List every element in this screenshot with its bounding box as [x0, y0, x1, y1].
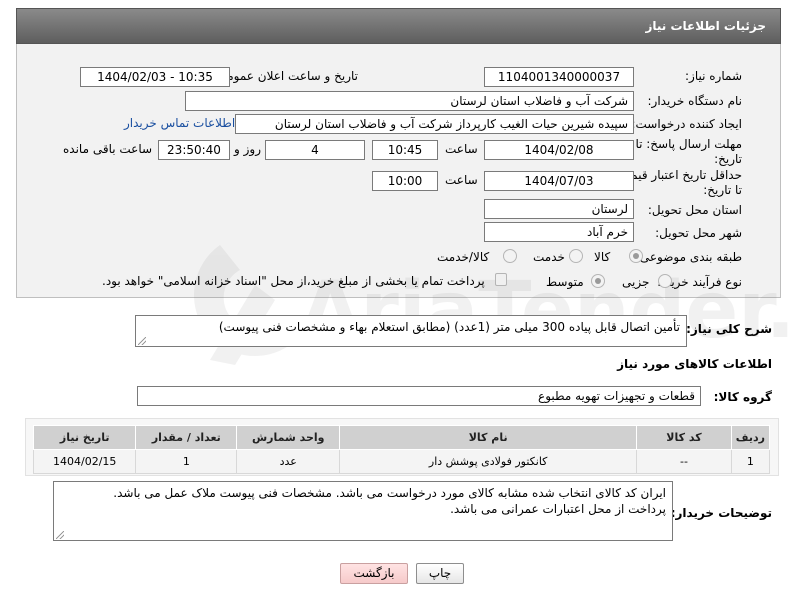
col-name: نام کالا	[339, 425, 638, 450]
cell-code: --	[636, 449, 732, 474]
need-number-field: 1104001340000037	[484, 67, 634, 87]
reply-time-label: ساعت	[445, 142, 478, 156]
col-quantity: تعداد / مقدار	[135, 425, 238, 450]
process-option-minor: جزیی	[622, 275, 650, 289]
resize-grip-icon[interactable]	[56, 531, 64, 539]
panel-header: جزئیات اطلاعات نیاز	[16, 8, 781, 44]
col-code: کد کالا	[636, 425, 732, 450]
col-unit: واحد شمارش	[236, 425, 341, 450]
treasury-payment-checkbox[interactable]	[495, 273, 507, 286]
requester-field: سپیده شیرین حیات الغیب کارپرداز شرکت آب …	[235, 114, 634, 134]
reply-deadline-label-2: تاریخ:	[714, 152, 742, 166]
goods-group-label: گروه کالا:	[713, 390, 772, 404]
buyer-notes-label: توضیحات خریدار:	[670, 506, 772, 520]
buyer-contact-link[interactable]: اطلاعات تماس خریدار	[124, 116, 235, 130]
col-need-date: تاریخ نیاز	[32, 425, 137, 450]
cell-need-date: 1404/02/15	[32, 449, 137, 474]
items-table: ردیف کد کالا نام کالا واحد شمارش تعداد /…	[32, 425, 771, 474]
price-validity-date: 1404/07/03	[484, 171, 634, 191]
reply-deadline-time: 10:45	[372, 140, 438, 160]
need-number-label: شماره نیاز:	[685, 69, 742, 83]
reply-deadline-date: 1404/02/08	[484, 140, 634, 160]
resize-grip-icon[interactable]	[138, 337, 146, 345]
buyer-org-field: شرکت آب و فاضلاب استان لرستان	[185, 91, 634, 111]
goods-group-field: قطعات و تجهیزات تهویه مطبوع	[137, 386, 701, 406]
process-option-medium: متوسط	[546, 275, 584, 289]
summary-text: تأمین اتصال قابل پیاده 300 میلی متر (1عد…	[218, 320, 680, 334]
category-option-goods: کالا	[594, 250, 611, 264]
delivery-province-field: لرستان	[484, 199, 634, 219]
reply-deadline-label-1: مهلت ارسال پاسخ: تا	[635, 137, 742, 151]
days-label: روز و	[234, 142, 261, 156]
announce-datetime-field: 1404/02/03 - 10:35	[80, 67, 230, 87]
buyer-notes-line-2: پرداخت از محل اعتبارات عمرانی می باشد.	[450, 502, 666, 516]
category-radio-goods[interactable]	[629, 249, 643, 263]
price-validity-label-2: تا تاریخ:	[703, 183, 742, 197]
goods-section-title: اطلاعات کالاهای مورد نیاز	[617, 357, 772, 371]
remaining-time-field: 23:50:40	[158, 140, 230, 160]
summary-textarea: تأمین اتصال قابل پیاده 300 میلی متر (1عد…	[135, 315, 687, 347]
treasury-payment-note: پرداخت تمام یا بخشی از مبلغ خرید،از محل …	[102, 274, 485, 288]
delivery-province-label: استان محل تحویل:	[647, 203, 742, 217]
category-radio-goods-service[interactable]	[503, 249, 517, 263]
col-row: ردیف	[730, 425, 771, 450]
category-option-goods-service: کالا/خدمت	[437, 250, 490, 264]
validity-time-label: ساعت	[445, 173, 478, 187]
back-button[interactable]: بازگشت	[340, 563, 408, 584]
cell-quantity: 1	[135, 449, 238, 474]
buyer-notes-line-1: ایران کد کالای انتخاب شده مشابه کالای مو…	[113, 486, 666, 500]
cell-unit: عدد	[236, 449, 341, 474]
category-radio-service[interactable]	[569, 249, 583, 263]
process-radio-medium[interactable]	[591, 274, 605, 288]
delivery-city-field: خرم آباد	[484, 222, 634, 242]
buyer-org-label: نام دستگاه خریدار:	[647, 94, 743, 108]
announce-datetime-label: تاریخ و ساعت اعلان عمومی:	[213, 69, 358, 83]
items-table-header: ردیف کد کالا نام کالا واحد شمارش تعداد /…	[32, 425, 771, 450]
price-validity-time: 10:00	[372, 171, 438, 191]
page-title: جزئیات اطلاعات نیاز	[645, 19, 766, 33]
price-validity-label-1: حداقل تاریخ اعتبار قیمت:	[615, 168, 742, 182]
requester-label: ایجاد کننده درخواست:	[631, 117, 742, 131]
category-option-service: خدمت	[533, 250, 565, 264]
cell-row: 1	[730, 449, 771, 474]
category-label: طبقه بندی موضوعی:	[635, 250, 742, 264]
summary-label: شرح کلی نیاز:	[686, 322, 772, 336]
print-button[interactable]: چاپ	[416, 563, 464, 584]
remaining-label: ساعت باقی مانده	[63, 142, 153, 156]
delivery-city-label: شهر محل تحویل:	[655, 226, 742, 240]
table-row: 1 -- کانکتور فولادی پوشش دار عدد 1 1404/…	[32, 449, 771, 474]
buyer-notes-textarea: ایران کد کالای انتخاب شده مشابه کالای مو…	[53, 481, 673, 541]
process-radio-minor[interactable]	[658, 274, 672, 288]
reply-days-field: 4	[265, 140, 365, 160]
cell-name: کانکتور فولادی پوشش دار	[339, 449, 638, 474]
